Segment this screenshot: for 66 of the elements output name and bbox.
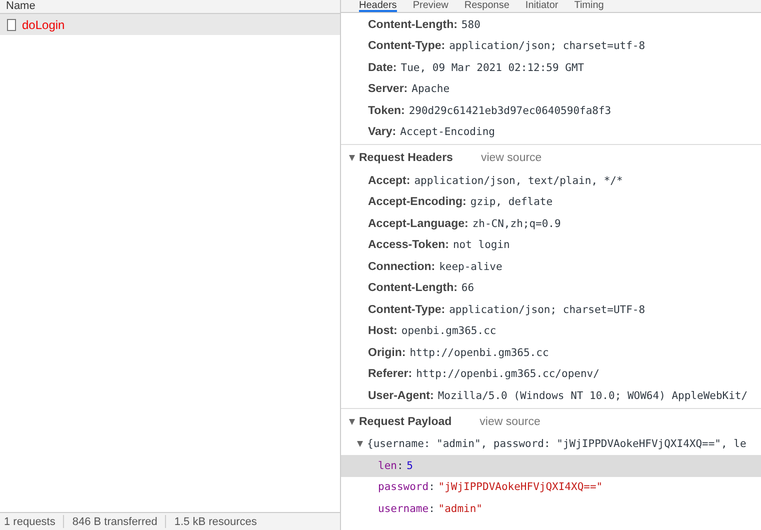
- property-separator: :: [428, 481, 435, 494]
- header-value: Apache: [412, 83, 450, 96]
- request-row[interactable]: doLogin: [0, 14, 340, 35]
- header-name: Connection:: [368, 260, 436, 273]
- header-value: 580: [461, 18, 480, 31]
- status-text: 846 B transferred: [72, 516, 158, 528]
- header-value: 290d29c61421eb3d97ec0640590fa8f3: [408, 104, 612, 117]
- view-source-link[interactable]: view source: [480, 152, 542, 164]
- status-text: 1 requests: [4, 516, 56, 528]
- tab[interactable]: Timing: [574, 0, 604, 12]
- tab[interactable]: Headers: [359, 0, 397, 12]
- header-name: Content-Length:: [368, 282, 458, 294]
- header-value: openbi.gm365.cc: [401, 325, 496, 338]
- payload-property-row[interactable]: password: "jWjIPPDVAokeHFVjQXI4XQ==": [341, 476, 761, 498]
- property-key: password: [378, 481, 429, 494]
- header-value: not login: [452, 239, 510, 252]
- header-value: Accept-Encoding: [400, 126, 495, 138]
- header-value: application/json; charset=utf-8: [449, 40, 646, 52]
- header-name: Origin:: [368, 346, 406, 359]
- payload-property-row[interactable]: username: "admin": [341, 498, 761, 520]
- request-name: doLogin: [22, 18, 65, 32]
- payload-summary: {username: "admin", password: "jWjIPPDVAokeHFVjQXI4XQ==", le: [367, 438, 746, 450]
- header-value: zh-CN,zh;q=0.9: [472, 218, 561, 230]
- tab[interactable]: Initiator: [525, 0, 558, 12]
- header-name: Content-Type:: [368, 40, 446, 52]
- header-value: 66: [461, 282, 474, 294]
- header-name: Host:: [368, 325, 398, 338]
- header-name: Content-Type:: [368, 304, 446, 316]
- tab[interactable]: Response: [464, 0, 510, 12]
- section-title[interactable]: Request Payload: [359, 416, 452, 428]
- header-value: http://openbi.gm365.cc: [410, 346, 549, 359]
- header-value: gzip, deflate: [470, 196, 553, 208]
- header-name: Token:: [368, 104, 405, 117]
- header-value: keep-alive: [439, 260, 502, 273]
- payload-property-row[interactable]: len: 5: [341, 455, 761, 476]
- tab[interactable]: Preview: [412, 0, 448, 12]
- header-name: Server:: [368, 83, 408, 96]
- header-value: http://openbi.gm365.cc/openv/: [416, 368, 600, 380]
- column-header[interactable]: Name: [0, 0, 340, 14]
- header-name: Access-Token:: [368, 239, 449, 252]
- document-icon: [7, 18, 16, 30]
- header-name: User-Agent:: [368, 390, 434, 402]
- header-name: Accept-Encoding:: [368, 196, 466, 208]
- property-value: "jWjIPPDVAokeHFVjQXI4XQ==": [438, 481, 603, 494]
- header-name: Date:: [368, 62, 397, 74]
- triangle-icon[interactable]: [349, 155, 355, 161]
- property-separator: :: [428, 502, 435, 515]
- view-source-link[interactable]: view source: [480, 416, 540, 428]
- header-value: application/json; charset=UTF-8: [449, 304, 646, 316]
- triangle-icon[interactable]: [349, 418, 355, 424]
- header-name: Content-Length:: [368, 18, 458, 31]
- status-text: 1.5 kB resources: [174, 516, 257, 528]
- section-title[interactable]: Request Headers: [359, 152, 453, 164]
- header-name: Vary:: [368, 126, 396, 138]
- property-value: "admin": [438, 502, 483, 515]
- header-name: Accept:: [368, 174, 410, 187]
- property-value: 5: [406, 460, 413, 472]
- property-key: len: [378, 460, 397, 472]
- header-value: Mozilla/5.0 (Windows NT 10.0; WOW64) AppleWebKit/: [438, 390, 748, 402]
- header-name: Referer:: [368, 368, 412, 380]
- property-separator: :: [396, 460, 404, 472]
- header-value: application/json, text/plain, */*: [414, 174, 623, 187]
- triangle-icon[interactable]: [357, 441, 363, 448]
- header-value: Tue, 09 Mar 2021 02:12:59 GMT: [400, 62, 584, 74]
- header-name: Accept-Language:: [368, 218, 468, 230]
- property-key: username: [378, 502, 429, 515]
